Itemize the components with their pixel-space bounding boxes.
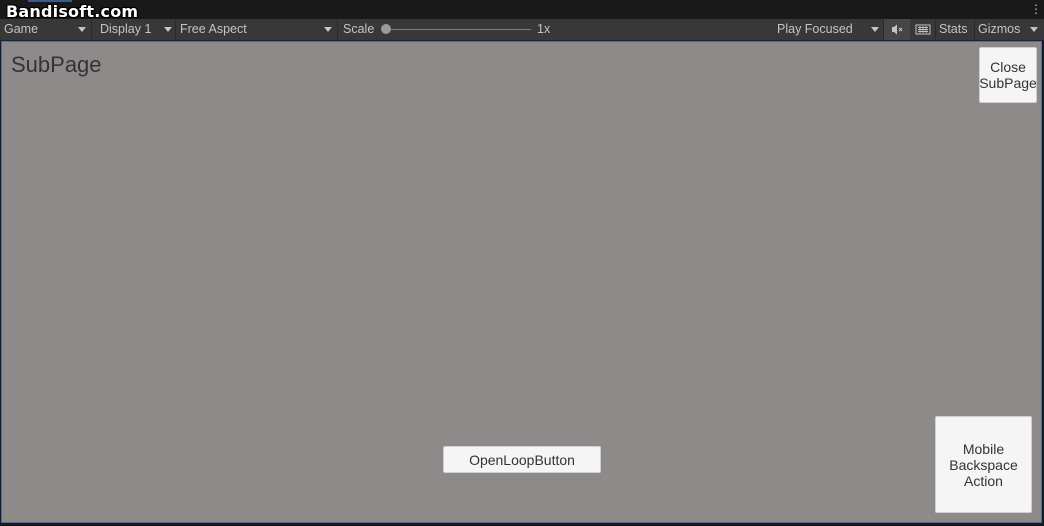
scale-slider-track[interactable] (386, 29, 531, 30)
display-dropdown[interactable]: Display 1 (92, 19, 176, 40)
gizmos-button[interactable]: Gizmos (975, 19, 1026, 40)
game-view-toolbar: Game Display 1 Free Aspect Scale 1x Play… (0, 19, 1044, 41)
game-viewport[interactable]: SubPage Close SubPage OpenLoopButton Mob… (1, 41, 1042, 523)
aspect-label: Free Aspect (180, 22, 247, 36)
view-type-label: Game (4, 22, 39, 36)
editor-top-bar: Bandisoft.com ⋮ (0, 0, 1044, 21)
keyboard-button[interactable] (910, 19, 936, 40)
view-type-dropdown[interactable]: Game (0, 19, 92, 40)
mute-audio-icon (892, 24, 903, 35)
scale-label: Scale (343, 22, 375, 36)
chevron-down-icon (871, 27, 879, 32)
keyboard-icon (915, 24, 931, 35)
chevron-down-icon (78, 27, 86, 32)
aspect-dropdown[interactable]: Free Aspect (176, 19, 338, 40)
play-mode-dropdown[interactable]: Play Focused (774, 19, 884, 40)
scale-slider-handle[interactable] (381, 24, 391, 34)
close-subpage-button[interactable]: Close SubPage (979, 47, 1037, 103)
display-label: Display 1 (100, 22, 152, 36)
open-loop-button[interactable]: OpenLoopButton (443, 446, 601, 473)
watermark-text: Bandisoft.com (6, 2, 139, 21)
mute-audio-button[interactable] (884, 19, 910, 40)
stats-label: Stats (939, 22, 968, 36)
chevron-down-icon (1030, 27, 1038, 32)
scale-value: 1x (537, 22, 551, 36)
chevron-down-icon (324, 27, 332, 32)
kebab-menu-icon[interactable]: ⋮ (1030, 2, 1042, 16)
mobile-backspace-action-button[interactable]: Mobile Backspace Action (935, 416, 1032, 513)
stats-button[interactable]: Stats (936, 19, 975, 40)
gizmos-dropdown[interactable] (1026, 19, 1044, 40)
page-title: SubPage (11, 52, 102, 77)
play-mode-label: Play Focused (777, 22, 853, 36)
gizmos-label: Gizmos (978, 22, 1021, 36)
chevron-down-icon (164, 27, 172, 32)
